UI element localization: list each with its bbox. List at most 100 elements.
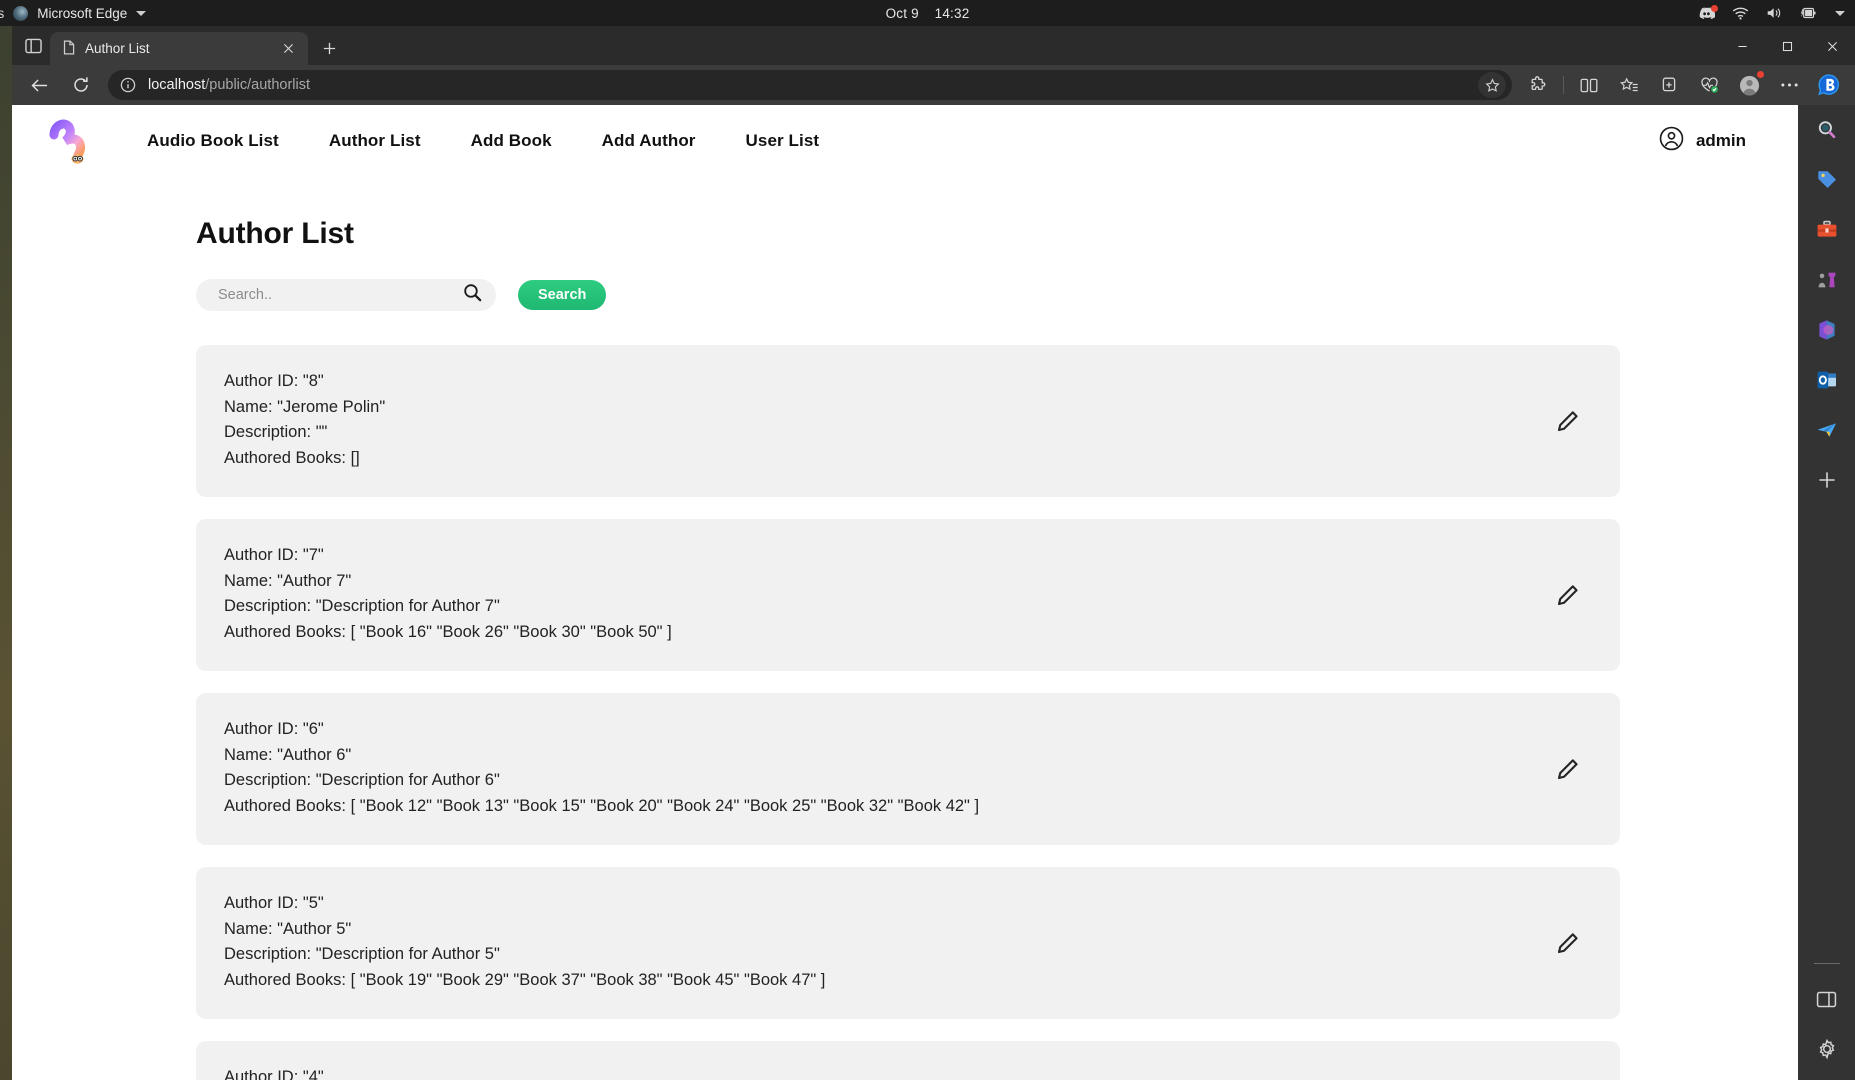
shopping-tag-icon[interactable] <box>1812 165 1842 195</box>
discord-icon[interactable] <box>1698 4 1718 20</box>
tab-strip: Author List <box>12 26 1855 65</box>
settings-more-icon[interactable] <box>1772 70 1806 100</box>
browser-essentials-icon[interactable] <box>1692 70 1726 100</box>
minimize-button[interactable] <box>1720 31 1765 61</box>
info-circle-icon[interactable] <box>120 77 136 93</box>
author-card[interactable]: Author ID: "4" Name: "Author 4" Descript… <box>196 1041 1620 1080</box>
author-card-fields: Author ID: "7" Name: "Author 7" Descript… <box>224 543 1592 645</box>
microsoft365-icon[interactable] <box>1812 315 1842 345</box>
search-input[interactable] <box>218 287 463 303</box>
tab-sidebar-icon[interactable] <box>16 30 50 62</box>
edit-pencil-icon[interactable] <box>1550 404 1584 438</box>
window-controls <box>1720 31 1855 61</box>
page-content: Author List Search A <box>12 177 1798 1080</box>
search-icon[interactable] <box>463 283 482 307</box>
games-icon[interactable] <box>1812 265 1842 295</box>
battery-charging-icon[interactable] <box>1800 6 1818 20</box>
edit-pencil-icon[interactable] <box>1550 752 1584 786</box>
wifi-icon[interactable] <box>1732 7 1749 20</box>
plus-icon[interactable] <box>1812 465 1842 495</box>
author-books-line: Authored Books: [ "Book 12" "Book 13" "B… <box>224 796 980 815</box>
settings-gear-icon[interactable] <box>1812 1034 1842 1064</box>
back-arrow-icon[interactable] <box>21 70 57 100</box>
account-area[interactable]: admin <box>1659 126 1770 156</box>
author-card[interactable]: Author ID: "6" Name: "Author 6" Descript… <box>196 693 1620 845</box>
favorites-icon[interactable] <box>1612 70 1646 100</box>
search-row: Search <box>196 279 1620 311</box>
outlook-icon[interactable] <box>1812 365 1842 395</box>
author-name-line: Name: "Author 6" <box>224 745 352 764</box>
site-nav-links: Audio Book List Author List Add Book Add… <box>122 131 844 151</box>
author-id-line: Author ID: "7" <box>224 546 324 564</box>
sidebar-panel-icon[interactable] <box>1812 984 1842 1014</box>
edit-pencil-icon[interactable] <box>1550 926 1584 960</box>
search-button[interactable]: Search <box>518 280 607 310</box>
caret-down-icon[interactable] <box>136 10 147 16</box>
account-username: admin <box>1695 131 1746 150</box>
nav-link-author-list[interactable]: Author List <box>304 131 446 151</box>
copilot-icon[interactable] <box>1812 70 1846 100</box>
reload-icon[interactable] <box>63 70 99 100</box>
edge-browser-window: Author List localhost/public/authorlist … <box>12 26 1855 1080</box>
author-description-line: Description: "" <box>224 423 328 441</box>
edge-logo-icon <box>13 5 29 21</box>
telegram-icon[interactable] <box>1812 415 1842 445</box>
page-viewport: Audio Book List Author List Add Book Add… <box>12 105 1798 1080</box>
star-icon[interactable] <box>1478 72 1506 98</box>
active-app-name[interactable]: Microsoft Edge <box>37 6 127 21</box>
address-bar[interactable]: localhost/public/authorlist <box>108 70 1512 100</box>
author-card-fields: Author ID: "8" Name: "Jerome Polin" Desc… <box>224 369 1592 471</box>
site-navbar: Audio Book List Author List Add Book Add… <box>12 105 1798 177</box>
nav-link-add-book[interactable]: Add Book <box>446 131 577 151</box>
url-host: localhost <box>148 77 206 93</box>
user-circle-icon <box>1659 126 1684 156</box>
os-date-label: Oct 9 <box>885 5 919 21</box>
close-icon[interactable] <box>278 39 298 59</box>
tab-title: Author List <box>85 41 150 56</box>
os-bar-left: es Microsoft Edge <box>0 5 147 21</box>
browser-tab[interactable]: Author List <box>50 32 308 65</box>
author-card[interactable]: Author ID: "7" Name: "Author 7" Descript… <box>196 519 1620 671</box>
author-books-line: Authored Books: [ "Book 16" "Book 26" "B… <box>224 622 672 641</box>
os-clock[interactable]: Oct 9 14:32 <box>0 6 1855 21</box>
add-to-collections-icon[interactable] <box>1652 70 1686 100</box>
search-icon[interactable] <box>1812 115 1842 145</box>
page-icon <box>62 40 76 58</box>
extensions-icon[interactable] <box>1521 70 1555 100</box>
author-description-line: Description: "Description for Author 6" <box>224 771 500 789</box>
author-card-fields: Author ID: "4" Name: "Author 4" Descript… <box>224 1065 1592 1080</box>
author-card[interactable]: Author ID: "8" Name: "Jerome Polin" Desc… <box>196 345 1620 497</box>
author-id-line: Author ID: "6" <box>224 720 324 738</box>
nav-link-add-author[interactable]: Add Author <box>577 131 721 151</box>
edit-pencil-icon[interactable] <box>1550 578 1584 612</box>
discord-notification-badge <box>1711 4 1718 12</box>
author-id-line: Author ID: "8" <box>224 372 324 390</box>
sidebar-divider <box>1813 963 1840 964</box>
caret-down-icon[interactable] <box>1835 10 1845 16</box>
search-box[interactable] <box>196 279 496 311</box>
close-window-button[interactable] <box>1810 31 1855 61</box>
new-tab-button[interactable] <box>314 33 344 63</box>
volume-icon[interactable] <box>1766 6 1783 20</box>
browser-content-area: Audio Book List Author List Add Book Add… <box>12 105 1855 1080</box>
toolbar-divider <box>1563 76 1564 94</box>
nav-link-user-list[interactable]: User List <box>721 131 845 151</box>
content-container: Author List Search A <box>196 217 1620 1080</box>
author-id-line: Author ID: "4" <box>224 1068 324 1080</box>
split-screen-icon[interactable] <box>1572 70 1606 100</box>
page-title: Author List <box>196 217 354 250</box>
os-time-label: 14:32 <box>934 5 970 21</box>
author-card-fields: Author ID: "6" Name: "Author 6" Descript… <box>224 717 1592 819</box>
author-books-line: Authored Books: [] <box>224 448 360 467</box>
squiggle-logo-icon[interactable] <box>48 115 94 167</box>
os-top-bar: es Microsoft Edge Oct 9 14:32 <box>0 0 1855 26</box>
url-path: /public/authorlist <box>205 77 311 93</box>
profile-avatar-icon[interactable] <box>1732 70 1766 100</box>
author-id-line: Author ID: "5" <box>224 894 324 912</box>
author-card-list: Author ID: "8" Name: "Jerome Polin" Desc… <box>196 345 1620 1080</box>
nav-link-audio-book-list[interactable]: Audio Book List <box>122 131 304 151</box>
tools-icon[interactable] <box>1812 215 1842 245</box>
author-card[interactable]: Author ID: "5" Name: "Author 5" Descript… <box>196 867 1620 1019</box>
maximize-button[interactable] <box>1765 31 1810 61</box>
edge-sidebar <box>1798 105 1855 1080</box>
